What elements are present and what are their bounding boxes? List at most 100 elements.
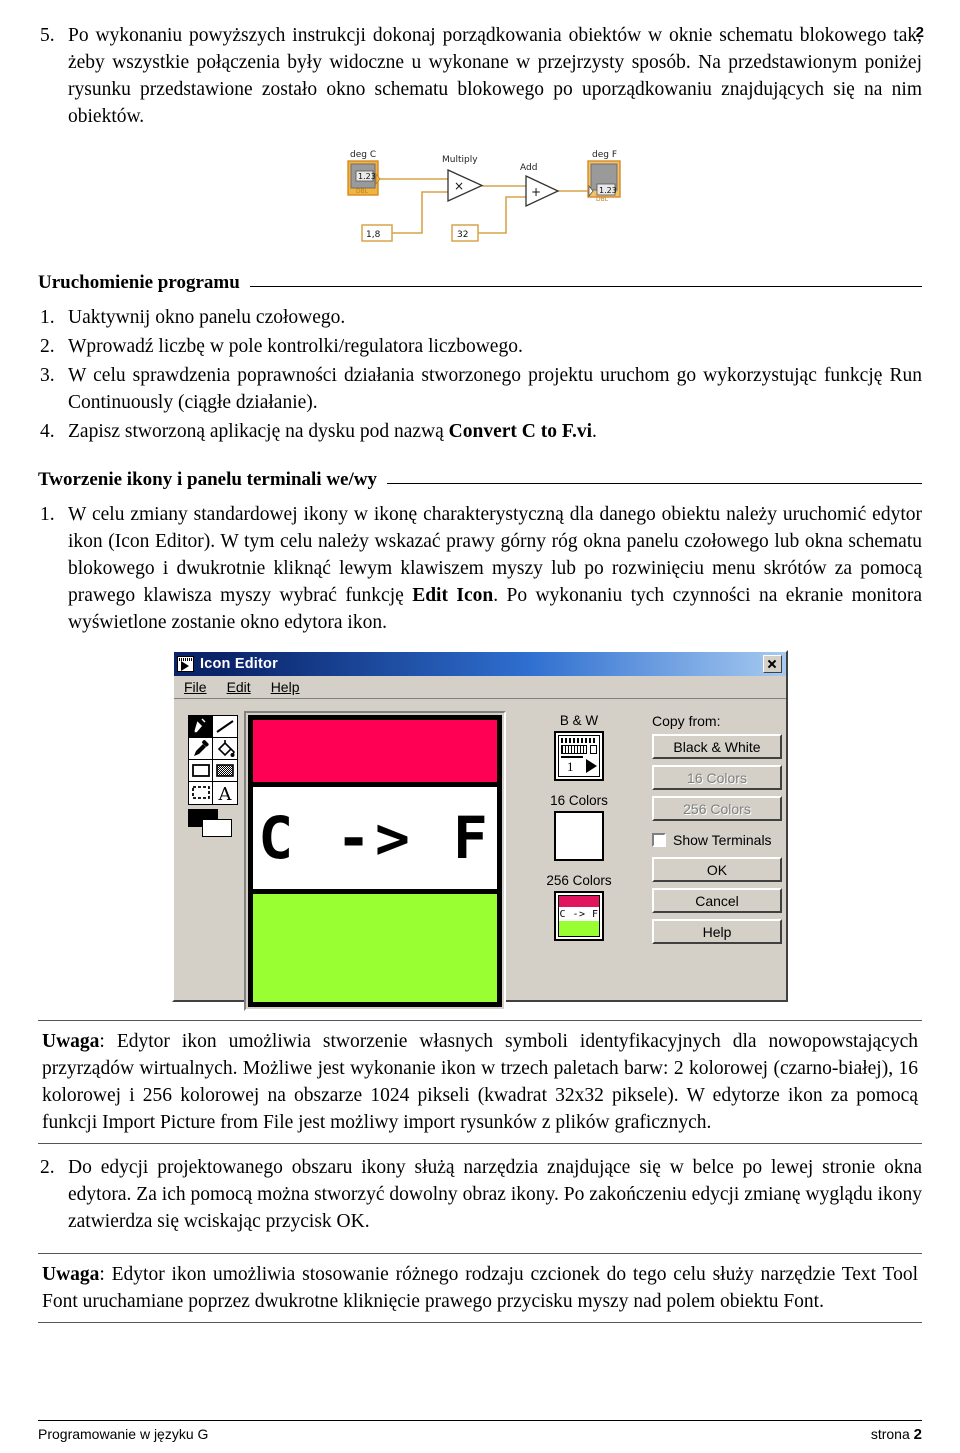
page-footer: Programowanie w języku G strona 2	[38, 1420, 922, 1443]
copy-from-256-colors-button: 256 Colors	[652, 796, 782, 821]
two-fifty-six-colors-preview-text: C -> F	[559, 907, 599, 921]
note-box-1: Uwaga: Edytor ikon umożliwia stworzenie …	[38, 1020, 922, 1144]
menu-bar: File Edit Help	[174, 676, 786, 699]
footer-page-indicator: strona 2	[871, 1426, 922, 1443]
button-column: Copy from: Black & White 16 Colors 256 C…	[638, 711, 782, 988]
background-color-swatch[interactable]	[202, 819, 232, 837]
canvas-top-band	[253, 720, 497, 782]
menu-item-file[interactable]: File	[182, 678, 209, 696]
two-fifty-six-colors-preview-icon: C -> F	[558, 895, 600, 937]
note-2-prefix: Uwaga	[42, 1264, 100, 1285]
bd-const-add: 32	[457, 230, 468, 240]
tool-grid: A	[188, 715, 238, 805]
canvas-icon-text: C -> F	[258, 804, 492, 872]
eyedropper-tool-icon[interactable]	[189, 738, 213, 760]
icon-editor-window: Icon Editor File Edit Help A C -> F B & …	[172, 650, 788, 1011]
cancel-button[interactable]: Cancel	[652, 888, 782, 913]
icon-canvas[interactable]: C -> F	[248, 715, 502, 1007]
icon-editor-title-bar: Icon Editor	[174, 652, 786, 676]
icon-canvas-frame: C -> F	[244, 711, 506, 1011]
footer-page-number: 2	[913, 1426, 922, 1443]
list-text: Uaktywnij okno panelu czołowego.	[68, 307, 346, 328]
svg-text:A: A	[218, 784, 233, 804]
color-swatch[interactable]	[188, 809, 236, 837]
fill-tool-icon[interactable]	[213, 738, 237, 760]
bd-const-multiply: 1,8	[366, 230, 381, 240]
list-text: W celu zmiany standardowej ikony w ikonę…	[68, 501, 922, 636]
section-heading-rule	[387, 482, 922, 484]
rectangle-tool-icon[interactable]	[189, 760, 213, 782]
sixteen-colors-preview[interactable]	[554, 811, 604, 861]
section-heading-rule	[249, 285, 922, 287]
close-icon[interactable]	[763, 655, 782, 673]
list-number: 2.	[40, 1157, 55, 1178]
intro-list-text: Po wykonaniu powyższych instrukcji dokon…	[68, 25, 922, 127]
pencil-tool-icon[interactable]	[189, 716, 213, 738]
list-number: 1.	[40, 307, 55, 328]
note-2-text: Uwaga: Edytor ikon umożliwia stosowanie …	[42, 1261, 918, 1315]
labview-vi-icon	[177, 656, 194, 672]
run-list-item-3: 3. W celu sprawdzenia poprawności działa…	[38, 362, 922, 416]
list-text-bold: Edit Icon	[412, 585, 494, 606]
select-tool-icon[interactable]	[189, 782, 213, 804]
bd-output-label: deg F	[592, 150, 617, 160]
run-list-item-1: 1. Uaktywnij okno panelu czołowego.	[38, 304, 922, 331]
list-text: Wprowadź liczbę w pole kontrolki/regulat…	[68, 336, 523, 357]
svg-text:+: +	[531, 185, 541, 199]
svg-text:1.23: 1.23	[358, 172, 376, 181]
show-terminals-checkbox[interactable]	[652, 832, 666, 847]
menu-item-help[interactable]: Help	[269, 678, 302, 696]
note-2-body: : Edytor ikon umożliwia stosowanie różne…	[42, 1264, 918, 1312]
icon-editor-figure: Icon Editor File Edit Help A C -> F B & …	[38, 650, 922, 1011]
bw-preview-icon: 1	[558, 735, 600, 777]
page-number-top: 2	[915, 24, 924, 41]
block-diagram-svg: deg C 1.23 DBL Multiply × Add + 1,8 32 d…	[330, 140, 630, 248]
svg-text:1.23: 1.23	[599, 186, 617, 195]
filled-rectangle-tool-icon[interactable]	[213, 760, 237, 782]
bw-preview-label: B & W	[559, 713, 599, 728]
section-heading-icon-text: Tworzenie ikony i panelu terminali we/wy	[38, 469, 377, 490]
intro-list-number: 5.	[40, 25, 55, 46]
block-diagram-figure: deg C 1.23 DBL Multiply × Add + 1,8 32 d…	[330, 140, 630, 248]
copy-from-black-white-button[interactable]: Black & White	[652, 734, 782, 759]
section-heading-run: Uruchomienie programu	[38, 272, 922, 294]
footer-left-text: Programowanie w języku G	[38, 1426, 209, 1442]
icon-editor-body: A C -> F B & W 1 16 Colors 256 Colors C …	[174, 699, 786, 1011]
canvas-bottom-band	[253, 894, 497, 1002]
list-text: W celu sprawdzenia poprawności działania…	[68, 365, 922, 413]
list-text-bold: Convert C to F.vi	[448, 421, 593, 442]
icon-canvas-column: C -> F	[238, 711, 506, 1011]
note-1-body: : Edytor ikon umożliwia stworzenie własn…	[42, 1031, 918, 1133]
run-list-item-2: 2. Wprowadź liczbę w pole kontrolki/regu…	[38, 333, 922, 360]
menu-item-edit-label: Edit	[226, 679, 251, 695]
note-1-text: Uwaga: Edytor ikon umożliwia stworzenie …	[42, 1028, 918, 1136]
list-number: 3.	[40, 365, 55, 386]
show-terminals-row[interactable]: Show Terminals	[652, 827, 782, 852]
preview-column: B & W 1 16 Colors 256 Colors C -> F	[506, 711, 638, 988]
svg-text:DBL: DBL	[356, 188, 369, 195]
menu-item-edit[interactable]: Edit	[225, 678, 253, 696]
text-tool-icon[interactable]: A	[213, 782, 237, 804]
window-title: Icon Editor	[200, 656, 278, 672]
list-number: 2.	[40, 336, 55, 357]
two-fifty-six-colors-preview[interactable]: C -> F	[554, 891, 604, 941]
ok-button[interactable]: OK	[652, 857, 782, 882]
show-terminals-label: Show Terminals	[673, 831, 772, 848]
bw-preview[interactable]: 1	[554, 731, 604, 781]
two-fifty-six-colors-preview-label: 256 Colors	[546, 873, 612, 888]
help-button[interactable]: Help	[652, 919, 782, 944]
list-text-lead: Zapisz stworzoną aplikację na dysku pod …	[68, 421, 449, 442]
line-tool-icon[interactable]	[213, 716, 237, 738]
list-number: 4.	[40, 421, 55, 442]
svg-text:DBL: DBL	[596, 196, 609, 203]
section-heading-icon: Tworzenie ikony i panelu terminali we/wy	[38, 469, 922, 491]
menu-item-help-label: Help	[270, 679, 300, 695]
run-list-item-4: 4. Zapisz stworzoną aplikację na dysku p…	[38, 418, 922, 445]
svg-text:×: ×	[454, 179, 464, 193]
document-page: 2 5. Po wykonaniu powyższych instrukcji …	[0, 22, 960, 1453]
list-number: 1.	[40, 504, 55, 525]
bd-multiply-label: Multiply	[442, 155, 478, 165]
footer-page-label: strona	[870, 1426, 910, 1442]
note-1-prefix: Uwaga	[42, 1031, 100, 1052]
bd-input-label: deg C	[350, 150, 376, 160]
